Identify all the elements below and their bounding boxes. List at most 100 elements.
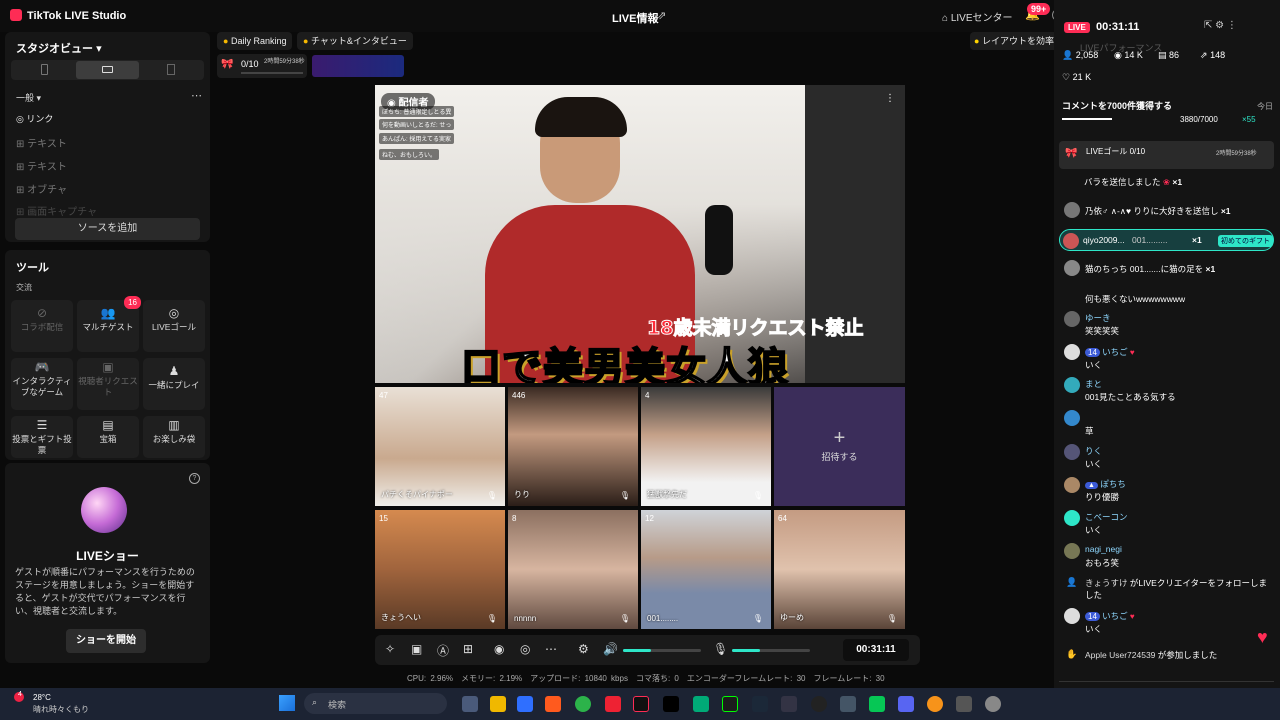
tool-poll[interactable]: ☰ 投票とギフト投票 xyxy=(11,416,73,458)
brave-icon[interactable] xyxy=(545,696,561,712)
app-icon[interactable] xyxy=(693,696,709,712)
layout-tip[interactable]: ● レイアウトを効率 xyxy=(970,32,1060,50)
promo-banner[interactable] xyxy=(312,55,404,77)
start-show-button[interactable]: ショーを開始 xyxy=(66,629,146,653)
chat-username[interactable]: まと xyxy=(1085,378,1102,390)
chat-username[interactable]: こべーコン xyxy=(1085,511,1128,523)
app-icon[interactable] xyxy=(840,696,856,712)
line-icon[interactable] xyxy=(869,696,885,712)
avatar[interactable] xyxy=(1064,510,1080,526)
mic-icon[interactable]: 🎙 xyxy=(713,642,728,656)
more-icon[interactable]: ⋯ xyxy=(191,89,202,102)
comment-input[interactable] xyxy=(1059,681,1274,688)
live-info-title[interactable]: LIVE情報 xyxy=(612,10,658,26)
volume-slider[interactable] xyxy=(623,649,701,652)
guest-tile[interactable]: 8 nnnnn 🎙 xyxy=(508,510,638,629)
source-link[interactable]: ◎ リンク xyxy=(16,112,53,125)
tool-interactive-game[interactable]: 🎮 インタラクティブなゲーム xyxy=(11,358,73,410)
effects-icon[interactable]: ✧ xyxy=(385,642,395,656)
avatar[interactable] xyxy=(1064,377,1080,393)
mic-icon[interactable]: 🎙 xyxy=(887,614,897,623)
daily-ranking-chip[interactable]: ● Daily Ranking xyxy=(217,32,293,50)
chat-message[interactable]: 乃依♂ ∧-∧♥ りりに大好きを送信し ×1 xyxy=(1085,205,1280,217)
guest-tile[interactable]: 15 きょうへい 🎙 xyxy=(375,510,505,629)
avatar[interactable] xyxy=(1064,311,1080,327)
window-controls[interactable]: ⇱ ⚙ ⋮ xyxy=(1204,20,1237,31)
chat-username[interactable]: ゆーき xyxy=(1085,312,1111,324)
mic-slider[interactable] xyxy=(732,649,810,652)
source-text-2[interactable]: ⊞ テキスト xyxy=(16,158,67,173)
guest-tile[interactable]: 12 001........ 🎙 xyxy=(641,510,771,629)
live-goal-bar[interactable]: 🎀 LIVEゴール 0/10 2時間59分38秒 xyxy=(1059,141,1274,169)
tool-collab[interactable]: ⊘ コラボ配信 xyxy=(11,300,73,352)
tool-viewer-request[interactable]: ▣ 視聴者リクエスト xyxy=(77,358,139,410)
tool-multi-guest[interactable]: 👥 マルチゲスト 16 xyxy=(77,296,141,352)
chat-username[interactable]: 14 いちご ♥ xyxy=(1085,610,1135,622)
app-icon[interactable] xyxy=(722,696,738,712)
avatar[interactable] xyxy=(1064,608,1080,624)
avatar[interactable] xyxy=(1064,344,1080,360)
weather-desc[interactable]: 晴れ時々くもり xyxy=(33,704,89,715)
app-icon[interactable] xyxy=(956,696,972,712)
chrome-icon[interactable] xyxy=(575,696,591,712)
invite-guest-tile[interactable]: + 招待する xyxy=(774,387,905,506)
mic-icon[interactable]: 🎙 xyxy=(487,614,497,623)
windows-start-icon[interactable] xyxy=(279,695,295,711)
general-section[interactable]: 一般 ▾ xyxy=(16,91,41,104)
chat-message[interactable]: 何も悪くないwwwwwwww xyxy=(1085,293,1185,305)
avatar[interactable] xyxy=(1064,202,1080,218)
chat-username[interactable]: ▲ ぽちち xyxy=(1085,478,1126,490)
screen-icon[interactable]: ▣ xyxy=(411,642,422,656)
avatar[interactable] xyxy=(1064,410,1080,426)
chat-message[interactable]: バラを送信しました ❀ ×1 xyxy=(1084,176,1280,188)
guest-tile[interactable]: 446 りり 🎙 xyxy=(508,387,638,506)
file-explorer-icon[interactable] xyxy=(490,696,506,712)
avatar[interactable] xyxy=(1064,444,1080,460)
obs-icon[interactable] xyxy=(811,696,827,712)
tiktok-icon[interactable] xyxy=(633,696,649,712)
store-icon[interactable] xyxy=(517,696,533,712)
chat-username[interactable]: nagi_negi xyxy=(1085,544,1122,554)
steam-icon[interactable] xyxy=(752,696,768,712)
tool-treasure[interactable]: ▤ 宝箱 xyxy=(77,416,139,458)
portrait-icon[interactable] xyxy=(13,61,76,79)
search-box[interactable]: ⌕ 検索 xyxy=(304,693,447,714)
help-icon[interactable]: ? xyxy=(189,473,200,484)
taskview-icon[interactable] xyxy=(462,696,478,712)
studio-view-title[interactable]: スタジオビュー ▾ xyxy=(16,40,102,56)
guest-tile[interactable]: 4 猛獣撃先だ 🎙 xyxy=(641,387,771,506)
source-text-1[interactable]: ⊞ テキスト xyxy=(16,135,67,150)
chat-message[interactable]: Apple User724539 が参加しました xyxy=(1085,649,1217,661)
weather-temp[interactable]: 28°C xyxy=(33,693,51,702)
chat-interview-chip[interactable]: ● チャット&インタビュー xyxy=(297,32,413,50)
mic-icon[interactable]: 🎙 xyxy=(487,491,497,500)
app-icon[interactable] xyxy=(927,696,943,712)
tool-live-goal[interactable]: ◎ LIVEゴール xyxy=(143,300,205,352)
ai-icon[interactable]: Ⓐ xyxy=(437,642,449,659)
mic-icon[interactable]: 🎙 xyxy=(620,491,630,500)
landscape-icon[interactable] xyxy=(76,61,139,79)
chat-username[interactable]: りく xyxy=(1085,445,1102,457)
chat-message[interactable]: きょうすけ がLIVEクリエイターをフォローしました xyxy=(1085,577,1275,601)
more-icon[interactable]: ⋮ xyxy=(885,93,895,104)
avatar[interactable] xyxy=(1064,260,1080,276)
share-icon[interactable]: ⇗ xyxy=(657,9,666,22)
rotate-icon[interactable] xyxy=(139,61,202,79)
chat-message[interactable]: 猫のちっち 001.......に猫の足を ×1 xyxy=(1085,263,1280,275)
settings-icon[interactable]: ⚙ xyxy=(578,642,589,656)
app-icon[interactable] xyxy=(605,696,621,712)
tool-play-together[interactable]: ♟ 一緒にプレイ xyxy=(143,358,205,410)
avatar[interactable] xyxy=(1064,543,1080,559)
mic-icon[interactable]: 🎙 xyxy=(753,614,763,623)
live-center-button[interactable]: ⌂ LIVEセンター xyxy=(942,9,1013,24)
app-icon[interactable] xyxy=(663,696,679,712)
mic-icon[interactable]: 🎙 xyxy=(753,491,763,500)
tool-bag[interactable]: ▥ お楽しみ袋 xyxy=(143,416,205,458)
record-icon[interactable]: ◉ xyxy=(494,642,504,656)
discord-icon[interactable] xyxy=(898,696,914,712)
camera-icon[interactable]: ◎ xyxy=(520,642,530,656)
more-icon[interactable]: ⋯ xyxy=(545,642,557,656)
avatar[interactable] xyxy=(1064,477,1080,493)
chat-username[interactable]: 14 いちご ♥ xyxy=(1085,346,1135,358)
mic-icon[interactable]: 🎙 xyxy=(620,614,630,623)
